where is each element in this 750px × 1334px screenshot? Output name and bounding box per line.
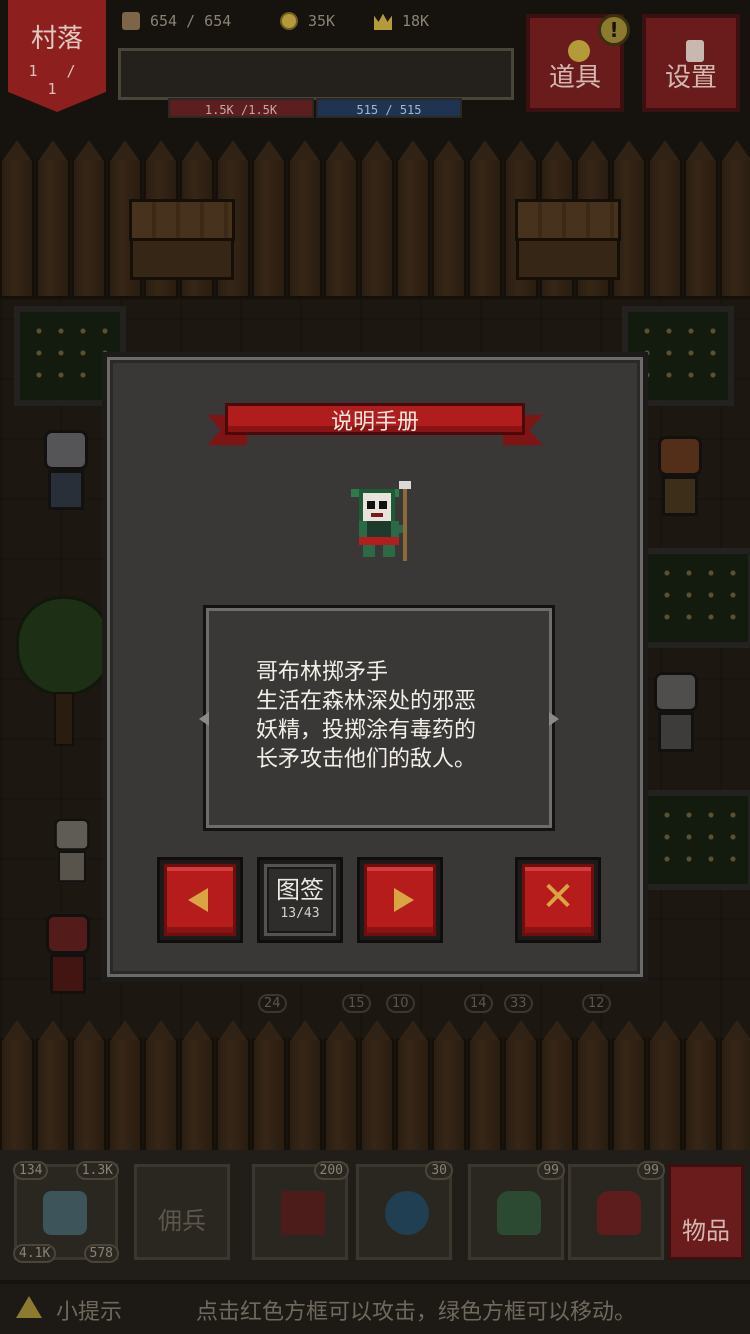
skill-count: 200	[313, 1161, 349, 1180]
settings-button-label: 设置	[664, 63, 717, 93]
items-button-label: 道具	[548, 63, 601, 93]
bag-icon	[122, 12, 140, 30]
hero-stat: 134	[13, 1161, 49, 1180]
food-stat: 654 / 654	[122, 12, 231, 30]
fame-stat: 18K	[374, 12, 429, 30]
goods-button[interactable]: 物品	[668, 1164, 744, 1260]
skill-slot-shield[interactable]: 30	[356, 1161, 453, 1260]
catalog-tag-button[interactable]: 图签 13/43	[257, 857, 343, 943]
skill-slot-swords[interactable]: 200	[252, 1161, 349, 1260]
arrow-right-icon	[394, 888, 414, 912]
entry-name: 哥布林掷矛手	[256, 660, 389, 685]
crown-icon	[374, 13, 392, 30]
fame-value: 18K	[402, 12, 430, 30]
alert-icon: !	[598, 14, 630, 46]
village-level: 1 / 1	[28, 62, 86, 98]
previous-button[interactable]	[157, 857, 243, 943]
close-icon: ✕	[541, 874, 575, 920]
mp-bar: 515 / 515	[316, 98, 462, 118]
hero-portrait[interactable]: 134 1.3K 4.1K 578	[13, 1161, 119, 1263]
potion-count: 99	[537, 1161, 565, 1180]
village-banner[interactable]: 村落 1 / 1	[8, 0, 106, 112]
bottom-bar: 134 1.3K 4.1K 578 佣兵 200 30 99 99 物品	[0, 1150, 750, 1280]
manual-dialog: 说明手册 哥布林掷矛手 生活在森林深处的邪恶 妖精，投掷涂有毒药的 长矛攻击他们…	[102, 352, 648, 982]
description-box: 哥布林掷矛手 生活在森林深处的邪恶 妖精，投掷涂有毒药的 长矛攻击他们的敌人。	[199, 605, 559, 831]
crossed-swords-icon	[281, 1191, 325, 1235]
village-name: 村落	[30, 24, 83, 54]
hero-stat: 4.1K	[13, 1244, 57, 1263]
gold-stat: 35K	[280, 12, 335, 30]
potion-slot-red[interactable]: 99	[568, 1161, 665, 1260]
dialog-title: 说明手册	[330, 410, 419, 435]
hero-stat: 1.3K	[75, 1161, 119, 1180]
mercenary-slot[interactable]: 佣兵	[134, 1164, 230, 1260]
close-button[interactable]: ✕	[515, 857, 601, 943]
top-hud: 村落 1 / 1 654 / 654 35K 18K 1.5K /1.5K 51…	[0, 0, 750, 124]
unit-level-badge: 15	[342, 994, 371, 1013]
coin-icon	[280, 12, 298, 30]
unit-row: 24 15 10 14 33 12	[258, 994, 618, 1024]
description-line: 生活在森林深处的邪恶	[256, 689, 477, 714]
description-line: 长矛攻击他们的敌人。	[256, 747, 477, 772]
goblin-spearman-sprite	[351, 481, 411, 561]
potion-count: 99	[637, 1161, 665, 1180]
unit-level-badge: 24	[258, 994, 287, 1013]
message-box	[118, 48, 514, 100]
red-potion-icon	[597, 1191, 641, 1235]
food-value: 654 / 654	[150, 12, 232, 30]
shield-person-icon	[385, 1191, 429, 1235]
unit-level-badge: 10	[386, 994, 415, 1013]
unit-level-badge: 12	[582, 994, 611, 1013]
description-text: 哥布林掷矛手 生活在森林深处的邪恶 妖精，投掷涂有毒药的 长矛攻击他们的敌人。	[256, 658, 526, 774]
green-potion-icon	[497, 1191, 541, 1235]
tag-label: 图签	[276, 876, 324, 904]
description-line: 妖精，投掷涂有毒药的	[256, 718, 477, 743]
hint-label: 小提示	[56, 1300, 123, 1325]
unit-level-badge: 14	[464, 994, 493, 1013]
skill-count: 30	[425, 1161, 453, 1180]
mercenary-label: 佣兵	[158, 1207, 206, 1235]
next-button[interactable]	[357, 857, 443, 943]
hp-bar: 1.5K /1.5K	[168, 98, 314, 118]
hero-avatar	[43, 1191, 87, 1235]
title-ribbon: 说明手册	[207, 403, 543, 445]
hero-stat: 578	[83, 1244, 119, 1263]
goods-label: 物品	[682, 1217, 730, 1245]
settings-button[interactable]: 设置	[642, 14, 740, 112]
hint-bar: 小提示 点击红色方框可以攻击，绿色方框可以移动。	[0, 1284, 750, 1334]
warning-icon	[16, 1296, 42, 1318]
potion-slot-green[interactable]: 99	[468, 1161, 565, 1260]
gold-value: 35K	[308, 12, 336, 30]
unit-level-badge: 33	[504, 994, 533, 1013]
items-button[interactable]: 道具 !	[526, 14, 630, 112]
hint-text: 点击红色方框可以攻击，绿色方框可以移动。	[196, 1300, 637, 1325]
arrow-left-icon	[188, 888, 208, 912]
tag-count: 13/43	[280, 906, 320, 921]
